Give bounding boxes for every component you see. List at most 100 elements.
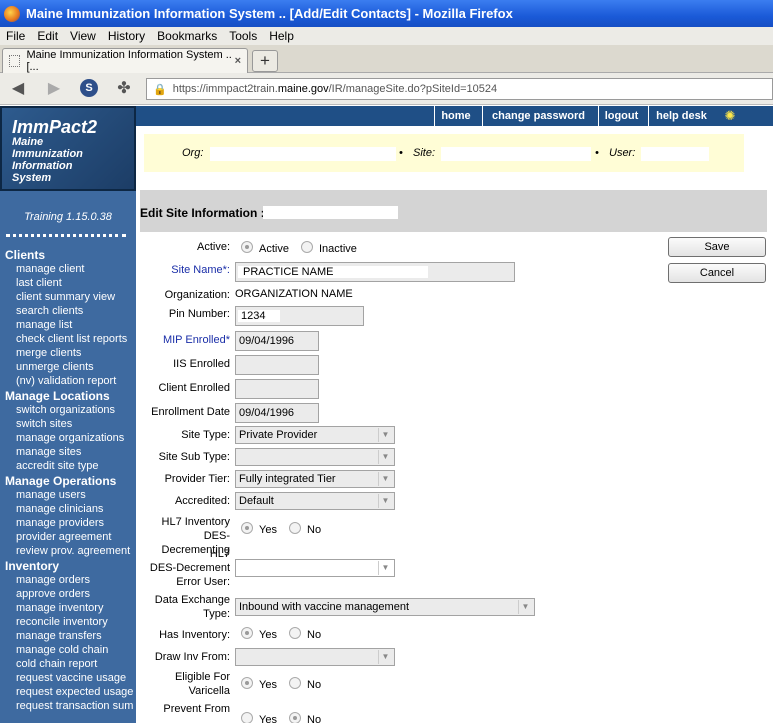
site-type-select[interactable]: Private Provider ▼ — [235, 426, 395, 444]
hl7-inventory-yes-radio[interactable] — [241, 522, 253, 534]
inactive-radio[interactable] — [301, 241, 313, 253]
menu-bookmarks[interactable]: Bookmarks — [157, 29, 217, 43]
client-enrolled-label: Client Enrolled — [158, 382, 230, 394]
lock-icon: 🔒 — [153, 83, 167, 96]
back-arrow-icon[interactable]: ◀ — [8, 79, 28, 99]
prevent-from-label: Prevent From — [163, 703, 230, 715]
sidebar-link-check-client-list[interactable]: check client list reports — [16, 333, 127, 345]
sidebar-link-manage-list[interactable]: manage list — [16, 319, 72, 331]
menu-view[interactable]: View — [70, 29, 96, 43]
sidebar-section-manage-locations: Manage Locations — [5, 389, 110, 403]
forward-arrow-icon[interactable]: ▶ — [44, 79, 64, 99]
enrollment-date-label: Enrollment Date — [151, 406, 230, 418]
sidebar-link-switch-organizations[interactable]: switch organizations — [16, 404, 115, 416]
logo-line-3: Information — [12, 160, 73, 172]
data-exchange-label-1: Data Exchange — [154, 594, 230, 606]
sidebar-link-manage-client[interactable]: manage client — [16, 263, 85, 275]
sidebar-link-unmerge-clients[interactable]: unmerge clients — [16, 361, 94, 373]
nav-home[interactable]: home — [434, 106, 477, 126]
save-button[interactable]: Save — [668, 237, 766, 257]
hl7-error-user-select[interactable]: ▼ — [235, 559, 395, 577]
site-name-input[interactable]: PRACTICE NAME — [235, 262, 515, 282]
sidebar-link-manage-clinicians[interactable]: manage clinicians — [16, 503, 103, 515]
client-enrolled-input[interactable] — [235, 379, 319, 399]
draw-inv-select[interactable]: ▼ — [235, 648, 395, 666]
mip-enrolled-label: MIP Enrolled* — [162, 334, 230, 346]
sidebar-link-last-client[interactable]: last client — [16, 277, 62, 289]
menu-file[interactable]: File — [6, 29, 25, 43]
prevent-no-radio[interactable] — [289, 712, 301, 723]
sidebar-link-client-summary[interactable]: client summary view — [16, 291, 115, 303]
s-addon-icon[interactable]: S — [80, 79, 98, 97]
has-inventory-label: Has Inventory: — [159, 629, 230, 641]
sidebar-link-manage-orders[interactable]: manage orders — [16, 574, 90, 586]
site-form: Active: Active Inactive Site Name*: PRAC… — [140, 236, 670, 723]
sidebar-link-manage-providers[interactable]: manage providers — [16, 517, 104, 529]
chevron-down-icon: ▼ — [378, 450, 392, 464]
sidebar-link-provider-agreement[interactable]: provider agreement — [16, 531, 111, 543]
browser-tab[interactable]: Maine Immunization Information System ..… — [2, 48, 248, 73]
sidebar-link-request-expected-usage[interactable]: request expected usage — [16, 686, 133, 698]
sidebar-link-accredit-site-type[interactable]: accredit site type — [16, 460, 99, 472]
sidebar-link-manage-transfers[interactable]: manage transfers — [16, 630, 102, 642]
menu-tools[interactable]: Tools — [229, 29, 257, 43]
mip-enrolled-input[interactable]: 09/04/1996 — [235, 331, 319, 351]
tab-close-icon[interactable]: × — [235, 55, 241, 67]
sidebar-link-reconcile-inventory[interactable]: reconcile inventory — [16, 616, 108, 628]
sidebar-link-request-transaction-sum[interactable]: request transaction sum — [16, 700, 133, 712]
tab-strip: Maine Immunization Information System ..… — [0, 45, 773, 73]
menu-history[interactable]: History — [108, 29, 145, 43]
nav-logout[interactable]: logout — [598, 106, 644, 126]
cancel-button[interactable]: Cancel — [668, 263, 766, 283]
sidebar-link-manage-cold-chain[interactable]: manage cold chain — [16, 644, 108, 656]
nav-help-desk[interactable]: help desk — [648, 106, 714, 126]
lightbulb-icon[interactable]: ✺ — [718, 108, 742, 124]
sidebar-link-manage-organizations[interactable]: manage organizations — [16, 432, 124, 444]
url-bar[interactable]: 🔒 https://immpact2train. maine.gov/IR/man… — [146, 78, 773, 100]
menu-help[interactable]: Help — [269, 29, 294, 43]
navigation-bar: ◀ ▶ S ✤ 🔒 https://immpact2train. maine.go… — [0, 73, 773, 105]
provider-tier-select[interactable]: Fully integrated Tier ▼ — [235, 470, 395, 488]
sidebar-link-search-clients[interactable]: search clients — [16, 305, 83, 317]
sidebar-section-manage-operations: Manage Operations — [5, 474, 117, 488]
sidebar-link-cold-chain-report[interactable]: cold chain report — [16, 658, 97, 670]
iis-enrolled-input[interactable] — [235, 355, 319, 375]
varicella-yes-label: Yes — [259, 679, 277, 691]
menu-edit[interactable]: Edit — [37, 29, 58, 43]
user-label: User: — [609, 147, 636, 159]
organization-label: Organization: — [164, 289, 230, 301]
sidebar-link-manage-users[interactable]: manage users — [16, 489, 86, 501]
pin-input[interactable]: 1234 — [235, 306, 364, 326]
enrollment-date-input[interactable]: 09/04/1996 — [235, 403, 319, 423]
org-label: Org: — [182, 147, 204, 159]
puzzle-addon-icon[interactable]: ✤ — [114, 79, 134, 99]
sidebar-link-manage-sites[interactable]: manage sites — [16, 446, 81, 458]
active-radio-label: Active — [259, 243, 289, 255]
has-inventory-no-radio[interactable] — [289, 627, 301, 639]
active-radio[interactable] — [241, 241, 253, 253]
sidebar-link-switch-sites[interactable]: switch sites — [16, 418, 72, 430]
hl7-inventory-no-label: No — [307, 524, 322, 536]
has-inventory-yes-radio[interactable] — [241, 627, 253, 639]
varicella-no-radio[interactable] — [289, 677, 301, 689]
has-inventory-no-label: No — [307, 629, 322, 641]
new-tab-button[interactable]: + — [252, 50, 278, 72]
sidebar-link-manage-inventory[interactable]: manage inventory — [16, 602, 103, 614]
accredited-value: Default — [239, 495, 274, 507]
accredited-select[interactable]: Default ▼ — [235, 492, 395, 510]
sidebar-link-review-prov-agreement[interactable]: review prov. agreement — [16, 545, 130, 557]
sidebar-link-validation-report[interactable]: (nv) validation report — [16, 375, 116, 387]
url-prefix: https://immpact2train. — [172, 83, 278, 95]
site-sub-type-select[interactable]: ▼ — [235, 448, 395, 466]
nav-change-password[interactable]: change password — [482, 106, 594, 126]
hl7-inventory-no-radio[interactable] — [289, 522, 301, 534]
sidebar-link-approve-orders[interactable]: approve orders — [16, 588, 90, 600]
prevent-yes-radio[interactable] — [241, 712, 253, 723]
provider-tier-value: Fully integrated Tier — [239, 473, 336, 485]
varicella-yes-radio[interactable] — [241, 677, 253, 689]
sidebar-link-request-vaccine-usage[interactable]: request vaccine usage — [16, 672, 126, 684]
sidebar-link-merge-clients[interactable]: merge clients — [16, 347, 81, 359]
data-exchange-select[interactable]: Inbound with vaccine management ▼ — [235, 598, 535, 616]
url-path: /IR/manageSite.do?pSiteId=10524 — [328, 83, 498, 95]
sidebar-section-clients: Clients — [5, 248, 46, 262]
